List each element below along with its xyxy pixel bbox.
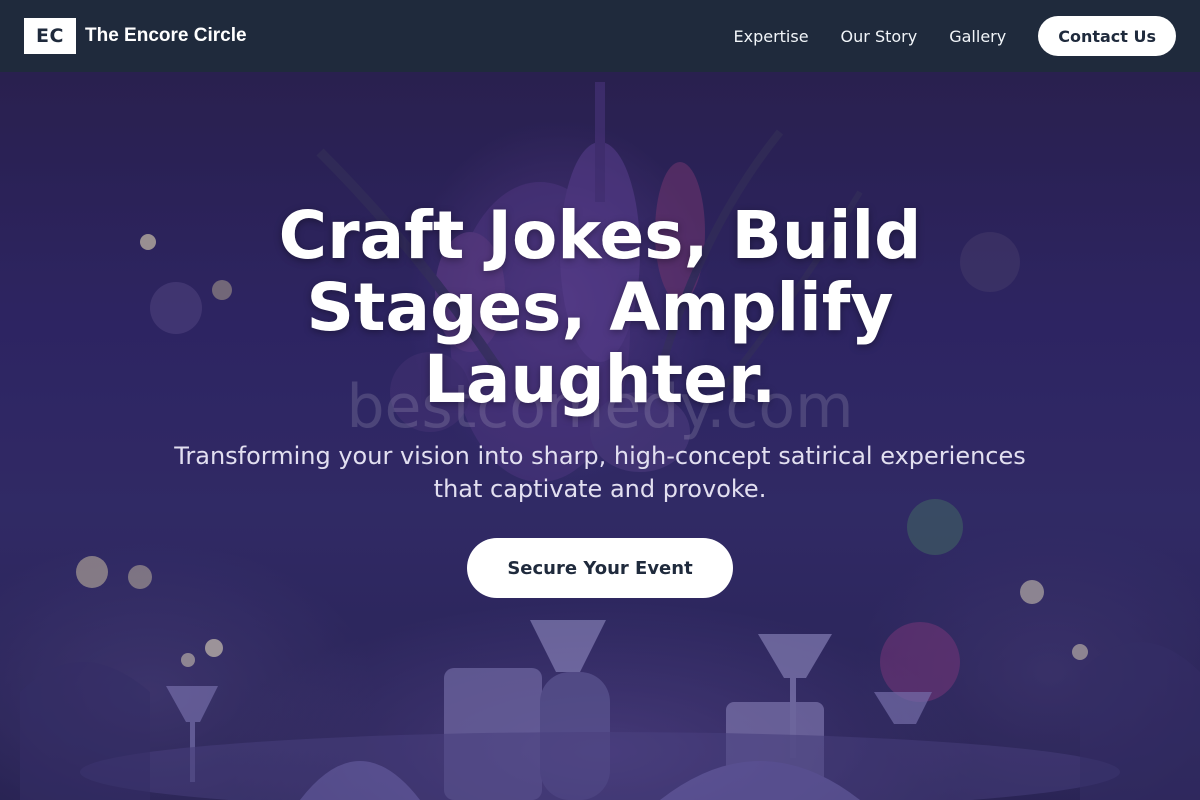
contact-us-button[interactable]: Contact Us <box>1038 16 1176 56</box>
main-nav: Expertise Our Story Gallery Contact Us <box>733 16 1176 56</box>
brand-name[interactable]: The Encore Circle <box>85 25 247 47</box>
logo[interactable]: EC <box>24 18 76 54</box>
nav-link-gallery[interactable]: Gallery <box>949 27 1006 46</box>
secure-event-button[interactable]: Secure Your Event <box>467 538 733 598</box>
brand[interactable]: EC The Encore Circle <box>24 18 247 54</box>
hero-content: Craft Jokes, Build Stages, Amplify Laugh… <box>0 200 1200 598</box>
hero-subtext: Transforming your vision into sharp, hig… <box>174 442 1026 503</box>
hero-headline: Craft Jokes, Build Stages, Amplify Laugh… <box>278 197 922 418</box>
site-header: EC The Encore Circle Expertise Our Story… <box>0 0 1200 72</box>
nav-link-expertise[interactable]: Expertise <box>733 27 808 46</box>
hero-section: bestcomedy.com Craft Jokes, Build Stages… <box>0 72 1200 800</box>
nav-link-our-story[interactable]: Our Story <box>841 27 918 46</box>
